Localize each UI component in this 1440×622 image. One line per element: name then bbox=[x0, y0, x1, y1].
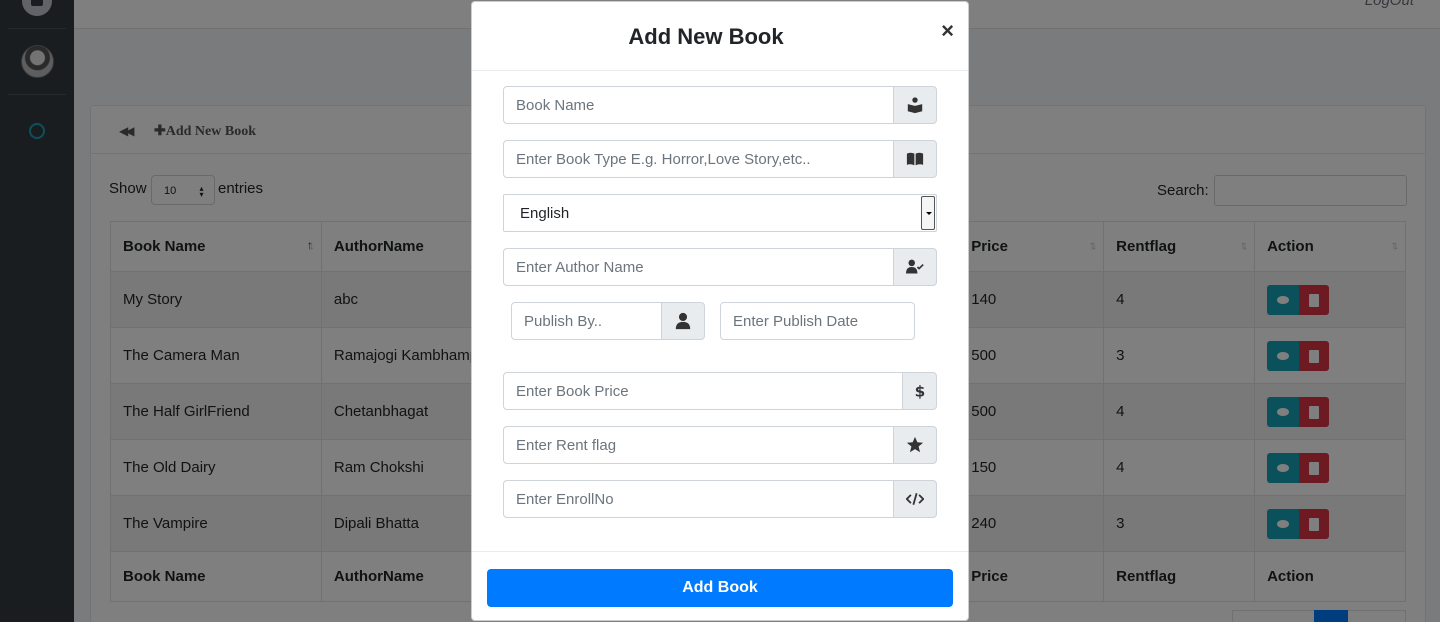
author-name-input[interactable] bbox=[503, 248, 893, 286]
close-button[interactable]: × bbox=[941, 18, 954, 44]
modal-title: Add New Book bbox=[628, 24, 784, 49]
user-check-icon bbox=[893, 248, 937, 286]
dollar-icon: $ bbox=[902, 372, 937, 410]
user-icon bbox=[661, 302, 705, 340]
modal-footer: Add Book bbox=[472, 551, 968, 621]
book-type-input[interactable] bbox=[503, 140, 893, 178]
language-value: English bbox=[520, 205, 570, 222]
publish-by-input[interactable] bbox=[511, 302, 661, 340]
rent-flag-input[interactable] bbox=[503, 426, 893, 464]
code-icon bbox=[893, 480, 937, 518]
book-price-input[interactable] bbox=[503, 372, 902, 410]
enroll-no-input[interactable] bbox=[503, 480, 893, 518]
language-select[interactable]: English bbox=[503, 194, 937, 232]
add-book-button[interactable]: Add Book bbox=[487, 569, 953, 607]
modal-header: Add New Book × bbox=[472, 2, 968, 71]
enroll-group bbox=[503, 480, 937, 518]
author-group bbox=[503, 248, 937, 286]
book-type-group bbox=[503, 140, 937, 178]
book-open-icon bbox=[893, 140, 937, 178]
svg-text:$: $ bbox=[914, 382, 925, 400]
star-icon bbox=[893, 426, 937, 464]
price-group: $ bbox=[503, 372, 937, 410]
book-reader-icon bbox=[893, 86, 937, 124]
rent-flag-group bbox=[503, 426, 937, 464]
book-name-input[interactable] bbox=[503, 86, 893, 124]
publish-by-group bbox=[511, 302, 705, 340]
chevron-down-icon[interactable] bbox=[921, 196, 935, 230]
publish-date-input[interactable] bbox=[720, 302, 915, 340]
book-name-group bbox=[503, 86, 937, 124]
